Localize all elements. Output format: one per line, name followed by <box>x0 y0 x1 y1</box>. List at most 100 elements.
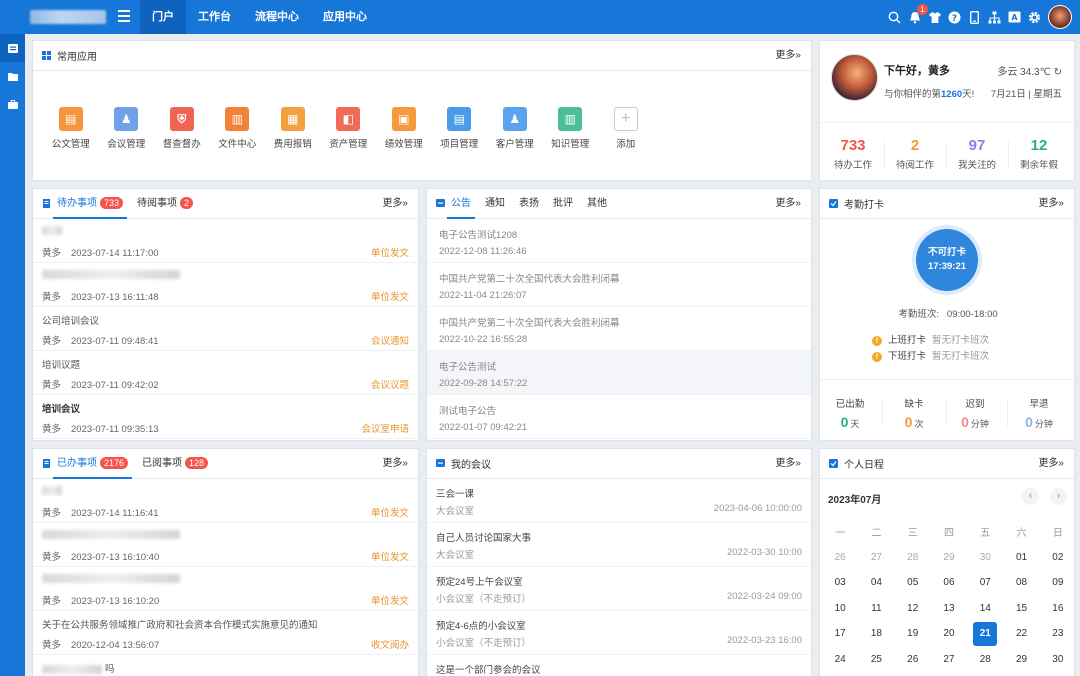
notice-row[interactable]: 电子公告测试 2022-09-28 14:57:22 <box>427 351 811 395</box>
app-item[interactable]: ▤ 项目管理 <box>432 107 488 150</box>
prev-month-button[interactable]: ‹ <box>1022 488 1039 505</box>
briefcase-icon[interactable] <box>0 90 25 118</box>
calendar-day[interactable]: 08 <box>1003 577 1039 588</box>
meeting-row[interactable]: 三会一课 大会议室 2023-04-06 10:00:00 <box>427 479 811 523</box>
meeting-row[interactable]: 预定4-6点的小会议室 小会议室（不走预订） 2022-03-23 16:00 <box>427 611 811 655</box>
app-item[interactable]: ⛨ 督查督办 <box>154 107 210 150</box>
nav-process-center[interactable]: 流程中心 <box>243 0 311 34</box>
calendar-day[interactable]: 09 <box>1040 577 1074 588</box>
app-item[interactable]: ▦ 费用报销 <box>265 107 321 150</box>
attendance-stat[interactable]: 早退 0 分钟 <box>1016 396 1062 430</box>
calendar-day[interactable]: 16 <box>1040 603 1074 614</box>
calendar-day[interactable]: 29 <box>1003 654 1039 665</box>
more-link[interactable]: 更多» <box>382 189 408 219</box>
more-link[interactable]: 更多» <box>1038 189 1064 219</box>
calendar-day[interactable]: 18 <box>858 628 894 639</box>
notice-tab[interactable]: 表扬 <box>519 189 539 219</box>
help-icon[interactable]: ? <box>948 11 961 24</box>
checkin-button[interactable]: 不可打卡 17:39:21 <box>916 229 978 291</box>
profile-stat[interactable]: 97 我关注的 <box>946 137 1008 171</box>
profile-stat[interactable]: 12 剩余年假 <box>1008 137 1070 171</box>
nav-portal[interactable]: 门户 <box>140 0 186 34</box>
calendar-day[interactable]: 26 <box>822 552 858 563</box>
task-row[interactable]: 关于在公共服务领域推广政府和社会资本合作模式实施意见的通知 黄多 2020-12-0… <box>33 611 418 655</box>
more-link[interactable]: 更多» <box>775 41 801 71</box>
notice-row[interactable]: 电子公告测试1208 2022-12-08 11:26:46 <box>427 219 811 263</box>
profile-stat[interactable]: 733 待办工作 <box>822 137 884 171</box>
logo[interactable] <box>30 10 106 24</box>
tab-to-read[interactable]: 待阅事项 2 <box>137 189 194 219</box>
calendar-day[interactable]: 28 <box>895 552 931 563</box>
calendar-day[interactable]: 27 <box>858 552 894 563</box>
meeting-row[interactable]: 这是一个部门参会的会议 <box>427 655 811 676</box>
calendar-day[interactable]: 15 <box>1003 603 1039 614</box>
calendar-day[interactable]: 28 <box>967 654 1003 665</box>
more-link[interactable]: 更多» <box>775 189 801 219</box>
mobile-icon[interactable] <box>968 10 981 24</box>
calendar-day[interactable]: 03 <box>822 577 858 588</box>
task-row[interactable]: 黄多 2023-07-13 16:10:20 单位发文 <box>33 567 418 611</box>
calendar-day[interactable]: 29 <box>931 552 967 563</box>
calendar-day[interactable]: 27 <box>931 654 967 665</box>
notice-tab[interactable]: 通知 <box>485 189 505 219</box>
task-row[interactable]: 黄多 2023-07-14 11:17:00 单位发文 <box>33 219 418 263</box>
notice-row[interactable]: 中国共产党第二十次全国代表大会胜利闭幕 2022-10-22 16:55:28 <box>427 307 811 351</box>
notice-row[interactable]: 中国共产党第二十次全国代表大会胜利闭幕 2022-11-04 21:26:07 <box>427 263 811 307</box>
profile-avatar[interactable] <box>831 54 878 101</box>
app-item[interactable]: ▥ 文件中心 <box>210 107 266 150</box>
app-item[interactable]: ▣ 绩效管理 <box>376 107 432 150</box>
calendar-day[interactable]: 17 <box>822 628 858 639</box>
task-row[interactable]: 吗 <box>33 655 418 676</box>
calendar-day[interactable]: 25 <box>858 654 894 665</box>
task-row[interactable]: 黄多 2023-07-14 11:16:41 单位发文 <box>33 479 418 523</box>
calendar-day[interactable]: 22 <box>1003 628 1039 639</box>
meeting-row[interactable]: 预定24号上午会议室 小会议室（不走预订） 2022-03-24 09:00 <box>427 567 811 611</box>
search-icon[interactable] <box>888 11 901 24</box>
tab-read[interactable]: 已阅事项 128 <box>142 449 209 479</box>
calendar-day[interactable]: 04 <box>858 577 894 588</box>
attendance-stat[interactable]: 缺卡 0 次 <box>891 396 937 430</box>
calendar-day[interactable]: 24 <box>822 654 858 665</box>
calendar-day[interactable]: 11 <box>858 603 894 614</box>
calendar-day[interactable]: 07 <box>967 577 1003 588</box>
more-link[interactable]: 更多» <box>775 449 801 479</box>
calendar-day[interactable]: 26 <box>895 654 931 665</box>
calendar-day[interactable]: 23 <box>1040 628 1074 639</box>
translate-icon[interactable]: A <box>1008 11 1021 24</box>
calendar-day[interactable]: 10 <box>822 603 858 614</box>
settings-icon[interactable] <box>1028 11 1041 24</box>
meeting-row[interactable]: 自己人员讨论国家大事 大会议室 2022-03-30 10:00 <box>427 523 811 567</box>
org-icon[interactable] <box>988 11 1001 24</box>
app-item[interactable]: ▥ 知识管理 <box>543 107 599 150</box>
bell-icon[interactable]: 1 <box>908 3 928 24</box>
calendar-today[interactable]: 21 <box>967 621 1003 646</box>
calendar-day[interactable]: 05 <box>895 577 931 588</box>
calendar-day[interactable]: 14 <box>967 603 1003 614</box>
notice-row[interactable]: 测试电子公告 2022-01-07 09:42:21 <box>427 395 811 439</box>
calendar-day[interactable]: 12 <box>895 603 931 614</box>
app-item[interactable]: ♟ 会议管理 <box>99 107 155 150</box>
calendar-day[interactable]: 20 <box>931 628 967 639</box>
nav-workbench[interactable]: 工作台 <box>186 0 243 34</box>
more-link[interactable]: 更多» <box>382 449 408 479</box>
app-item[interactable]: + 添加 <box>598 107 654 150</box>
attendance-stat[interactable]: 已出勤 0 天 <box>827 396 873 430</box>
notice-tab[interactable]: 批评 <box>553 189 573 219</box>
calendar-day[interactable]: 01 <box>1003 552 1039 563</box>
notice-tab[interactable]: 其他 <box>587 189 607 219</box>
menu-toggle-icon[interactable] <box>118 10 130 22</box>
next-month-button[interactable]: › <box>1050 488 1067 505</box>
user-avatar[interactable] <box>1048 5 1072 29</box>
shirt-icon[interactable] <box>928 11 941 24</box>
task-row[interactable]: 培训会议 黄多 2023-07-11 09:35:13 会议室申请 <box>33 395 418 439</box>
task-row[interactable]: 黄多 2023-07-13 16:11:48 单位发文 <box>33 263 418 307</box>
refresh-icon[interactable]: ↻ <box>1054 67 1062 78</box>
calendar-day[interactable]: 30 <box>1040 654 1074 665</box>
tab-todo[interactable]: 待办事项 733 <box>52 189 128 219</box>
portal-icon[interactable] <box>0 34 25 62</box>
task-row[interactable]: 黄多 2023-07-13 16:10:40 单位发文 <box>33 523 418 567</box>
app-item[interactable]: ◧ 资产管理 <box>321 107 377 150</box>
app-item[interactable]: ♟ 客户管理 <box>487 107 543 150</box>
folder-icon[interactable] <box>0 62 25 90</box>
task-row[interactable]: 公司培训会议 黄多 2023-07-11 09:48:41 会议通知 <box>33 307 418 351</box>
